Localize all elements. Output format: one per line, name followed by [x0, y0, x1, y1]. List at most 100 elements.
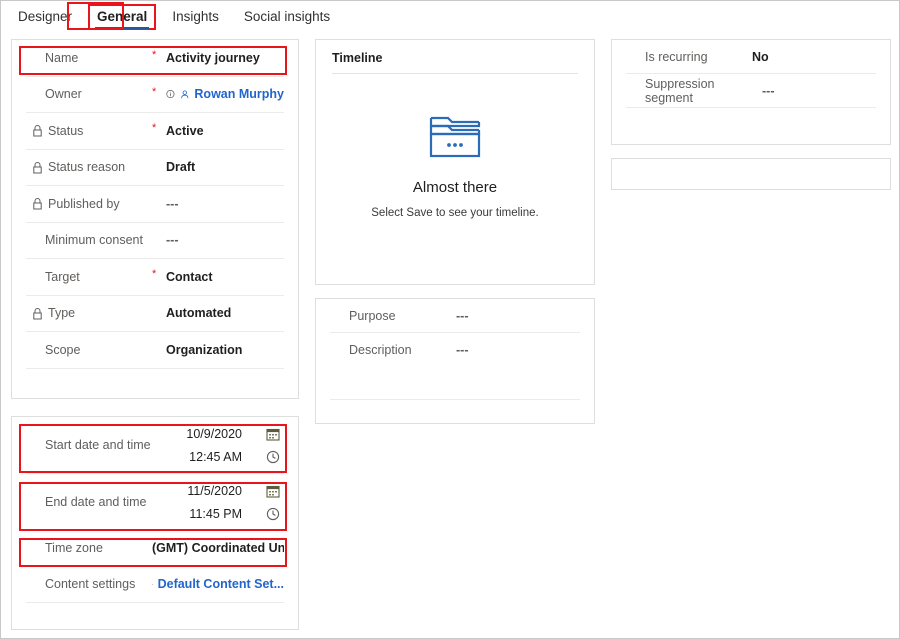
required-spacer-status-reason	[152, 150, 166, 161]
content-settings-link[interactable]: Default Content Set...	[158, 577, 284, 591]
recurrence-rows: Is recurring No Suppression segment ---	[612, 40, 890, 122]
recurrence-card-tail	[626, 108, 876, 122]
timeline-title: Timeline	[332, 51, 383, 65]
field-row-is-recurring[interactable]: Is recurring No	[626, 40, 876, 74]
start-time-value[interactable]: 12:45 AM	[189, 450, 242, 464]
required-spacer-scope	[152, 332, 166, 343]
field-label-time-zone: Time zone	[45, 541, 103, 555]
field-value-is-recurring[interactable]: No	[752, 50, 876, 64]
schedule-card: Start date and time 10/9/2020 12:45 AM E…	[11, 416, 299, 630]
field-label-end-date: End date and time	[45, 495, 147, 509]
field-label-minimum-consent: Minimum consent	[45, 233, 143, 248]
info-circle-icon	[166, 90, 175, 99]
field-row-scope[interactable]: Scope Organization	[26, 332, 284, 369]
timeline-card: Timeline Almost there Select Save to see…	[315, 39, 595, 285]
field-value-status-reason: Draft	[166, 160, 196, 175]
field-label-is-recurring: Is recurring	[645, 49, 708, 64]
end-date-value[interactable]: 11/5/2020	[187, 484, 242, 498]
field-row-type[interactable]: Type Automated	[26, 296, 284, 332]
field-row-status[interactable]: Status * Active	[26, 113, 284, 150]
field-value-suppression-segment[interactable]: ---	[762, 84, 876, 98]
tab-general[interactable]: General	[88, 4, 157, 30]
field-row-content-settings[interactable]: Content settings Default Content Set...	[26, 566, 284, 603]
field-label-published-by: Published by	[26, 197, 152, 211]
calendar-icon[interactable]	[258, 484, 280, 498]
folder-empty-icon	[426, 110, 484, 165]
field-value-name[interactable]: Activity journey	[166, 51, 284, 65]
required-spacer-minimum-consent	[152, 223, 166, 234]
field-value-owner[interactable]: Rowan Murphy	[166, 87, 284, 101]
timeline-empty-title: Almost there	[412, 179, 498, 196]
tab-insights[interactable]: Insights	[165, 6, 226, 28]
content-settings-icon	[152, 583, 153, 585]
required-asterisk-owner: *	[152, 85, 157, 98]
end-date-values: 11/5/2020 11:45 PM	[152, 484, 284, 521]
field-row-owner[interactable]: Owner * Rowan Murphy	[26, 77, 284, 113]
field-row-time-zone[interactable]: Time zone (GMT) Coordinated Unive	[26, 531, 284, 566]
empty-right-card[interactable]	[611, 158, 891, 190]
tab-general-label: General	[97, 9, 148, 24]
required-asterisk-target: *	[152, 268, 157, 280]
calendar-icon[interactable]	[258, 427, 280, 441]
field-value-target[interactable]: Contact	[166, 270, 284, 284]
field-value-time-zone[interactable]: (GMT) Coordinated Unive	[152, 541, 284, 555]
field-label-target: Target	[45, 269, 80, 284]
field-value-type: Automated	[166, 306, 232, 321]
person-icon	[181, 90, 189, 98]
active-tab-indicator	[95, 26, 150, 29]
field-row-status-reason[interactable]: Status reason Draft	[26, 150, 284, 186]
field-row-published-by[interactable]: Published by ---	[26, 186, 284, 223]
field-label-suppression-segment: Suppression segment	[645, 76, 715, 105]
field-row-description[interactable]: Description ---	[330, 333, 580, 367]
purpose-rows: Purpose --- Description ---	[316, 299, 594, 414]
field-label-status-reason: Status reason	[26, 160, 152, 174]
timeline-empty-state: Almost there Select Save to see your tim…	[316, 74, 594, 219]
field-row-end-date[interactable]: End date and time 11/5/2020 11:45 PM	[26, 474, 284, 531]
tab-insights-label: Insights	[172, 9, 219, 24]
lock-icon	[33, 161, 42, 174]
end-date-line[interactable]: 11/5/2020	[152, 484, 284, 498]
description-field-body[interactable]	[330, 367, 580, 400]
field-label-purpose: Purpose	[349, 308, 396, 323]
field-value-minimum-consent[interactable]: ---	[166, 233, 284, 247]
field-label-status: Status	[26, 124, 152, 138]
lock-icon	[33, 125, 42, 137]
field-row-start-date[interactable]: Start date and time 10/9/2020 12:45 AM	[26, 417, 284, 474]
field-label-owner: Owner	[45, 87, 82, 102]
end-time-value[interactable]: 11:45 PM	[189, 507, 242, 521]
timeline-empty-subtitle: Select Save to see your timeline.	[371, 207, 539, 219]
field-value-content-settings[interactable]: Default Content Set...	[152, 577, 284, 591]
field-row-minimum-consent[interactable]: Minimum consent ---	[26, 223, 284, 259]
required-spacer-type	[152, 296, 166, 307]
required-asterisk-status: *	[152, 122, 157, 134]
start-date-value[interactable]: 10/9/2020	[186, 427, 242, 441]
field-value-purpose[interactable]: ---	[456, 309, 580, 323]
start-date-line[interactable]: 10/9/2020	[152, 427, 284, 441]
required-asterisk-name: *	[152, 49, 157, 61]
field-value-description[interactable]: ---	[456, 343, 580, 357]
field-row-suppression-segment[interactable]: Suppression segment ---	[626, 74, 876, 108]
field-value-published-by: ---	[166, 196, 179, 211]
end-time-line[interactable]: 11:45 PM	[152, 507, 284, 521]
tab-designer-label: Designer	[18, 9, 73, 24]
field-value-scope[interactable]: Organization	[166, 343, 284, 357]
field-row-name[interactable]: Name * Activity journey	[26, 40, 284, 77]
lock-icon	[33, 198, 42, 210]
field-row-target[interactable]: Target * Contact	[26, 259, 284, 296]
field-label-scope: Scope	[45, 342, 81, 357]
general-fields-card: Name * Activity journey Owner * Rowan Mu…	[11, 39, 299, 399]
field-label-start-date: Start date and time	[45, 438, 151, 452]
schedule-card-tail	[26, 603, 284, 617]
tab-social-insights[interactable]: Social insights	[237, 6, 337, 28]
field-value-status: Active	[166, 123, 204, 138]
clock-icon[interactable]	[258, 507, 280, 521]
clock-icon[interactable]	[258, 450, 280, 464]
field-label-type: Type	[26, 306, 152, 320]
field-row-purpose[interactable]: Purpose ---	[330, 299, 580, 333]
required-spacer-published-by	[152, 186, 166, 197]
journey-general-page: Designer General Insights Social insight…	[0, 0, 900, 639]
tab-designer[interactable]: Designer	[11, 6, 79, 28]
start-time-line[interactable]: 12:45 AM	[152, 450, 284, 464]
lock-icon	[33, 307, 42, 320]
owner-name-link[interactable]: Rowan Murphy	[194, 87, 284, 101]
